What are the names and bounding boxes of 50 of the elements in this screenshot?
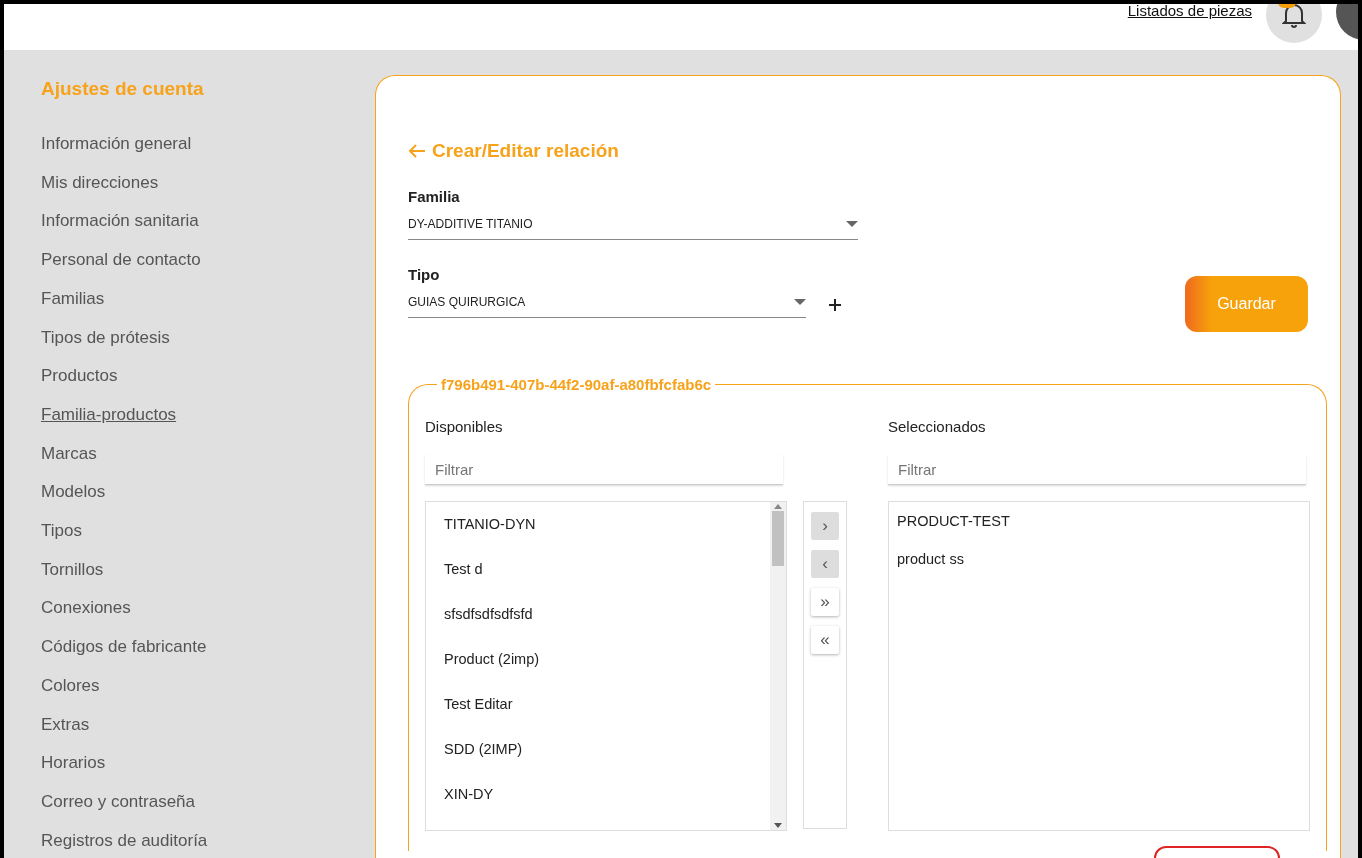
list-item[interactable]: sfsdfsdfsdfsfd	[444, 592, 752, 637]
list-title: Disponibles	[425, 418, 504, 435]
caret-icon	[794, 299, 806, 305]
relation-id: f796b491-407b-44f2-90af-a80fbfcfab6c	[440, 376, 713, 393]
list-item[interactable]: Product (2imp)	[444, 637, 752, 682]
scroll-thumb[interactable]	[772, 511, 784, 566]
scrollbar[interactable]	[770, 502, 786, 830]
sidebar-item[interactable]: Personal de contacto	[41, 241, 371, 280]
list-item[interactable]: XIN-DY	[444, 772, 752, 817]
filter-field[interactable]: Filtrar	[425, 455, 783, 485]
transfer-button[interactable]: «	[811, 626, 839, 654]
sidebar-item[interactable]: Tipos de prótesis	[41, 318, 371, 358]
scroll-down-icon[interactable]	[774, 823, 782, 828]
caret-icon	[846, 221, 858, 227]
sidebar-item[interactable]: Registros de auditoría	[41, 821, 371, 858]
sidebar-item[interactable]: Información general	[41, 125, 371, 164]
field-label: Tipo	[408, 266, 441, 283]
list-item[interactable]: Test Editar	[444, 682, 752, 727]
sidebar-title: Ajustes de cuenta	[41, 78, 205, 100]
sidebar-item[interactable]: Productos	[41, 357, 371, 396]
list-item[interactable]: PRODUCT-TEST	[897, 502, 1291, 540]
list-title: Seleccionados	[888, 418, 987, 435]
sidebar-item[interactable]: Mis direcciones	[41, 163, 371, 203]
sidebar-item[interactable]: Familia-productos	[41, 395, 371, 435]
sidebar-item[interactable]: Marcas	[41, 434, 371, 474]
scroll-up-icon[interactable]	[774, 504, 782, 509]
sidebar-item[interactable]: Tipos	[41, 512, 371, 551]
sidebar-item[interactable]: Familias	[41, 279, 371, 319]
bell-icon	[1282, 4, 1306, 28]
sidebar-item[interactable]: Conexiones	[41, 589, 371, 629]
sidebar-item[interactable]: Correo y contraseña	[41, 782, 371, 822]
list-item[interactable]: SDD (2IMP)	[444, 727, 752, 772]
select-field[interactable]: DY-ADDITIVE TITANIO	[408, 213, 858, 240]
filter-field[interactable]: Filtrar	[888, 455, 1306, 485]
sidebar-item[interactable]: Tornillos	[41, 550, 371, 590]
sidebar-item[interactable]: Información sanitaria	[41, 202, 371, 242]
select-field[interactable]: GUIAS QUIRURGICA	[408, 291, 806, 318]
sidebar-item[interactable]: Horarios	[41, 744, 371, 783]
list-item[interactable]: TITANIO-DYN	[444, 502, 752, 547]
page-title: Crear/Editar relación	[432, 140, 619, 162]
list-item[interactable]: product ss	[897, 540, 1291, 578]
pieces-list-link[interactable]: Listados de piezas	[1127, 4, 1252, 19]
sidebar-item[interactable]: Colores	[41, 666, 371, 706]
sidebar-item[interactable]: Códigos de fabricante	[41, 628, 371, 667]
add-icon[interactable]	[828, 297, 842, 312]
list-item[interactable]: Test d	[444, 547, 752, 592]
transfer-button[interactable]: »	[811, 588, 839, 616]
sidebar-item[interactable]: Modelos	[41, 473, 371, 513]
field-label: Familia	[408, 188, 461, 205]
sidebar-item[interactable]: Extras	[41, 705, 371, 745]
